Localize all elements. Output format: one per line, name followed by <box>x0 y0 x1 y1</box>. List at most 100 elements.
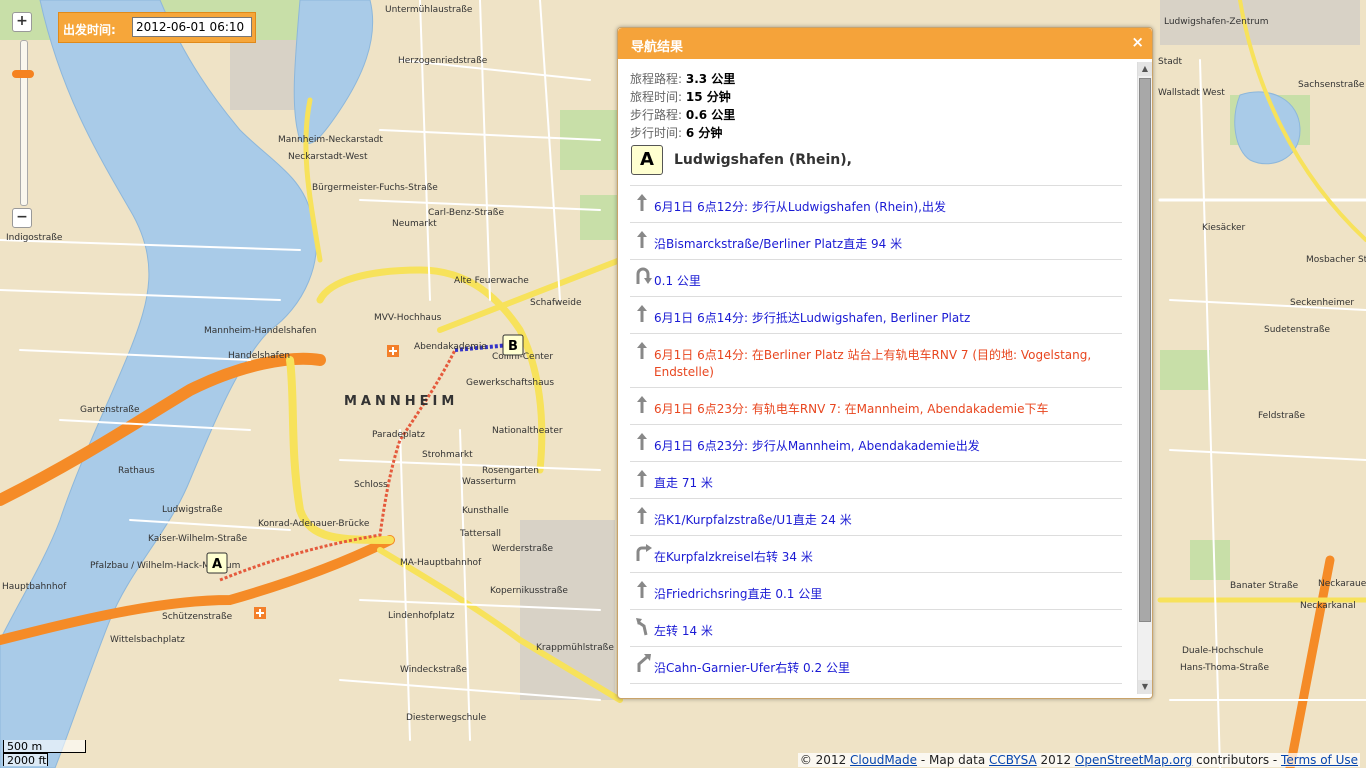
zoom-slider-handle[interactable] <box>12 70 34 78</box>
scroll-up-arrow-icon[interactable]: ▲ <box>1138 62 1152 76</box>
svg-text:Kaiser-Wilhelm-Straße: Kaiser-Wilhelm-Straße <box>148 534 248 544</box>
departure-time-label: 出发时间: <box>63 23 116 37</box>
svg-text:Neckarkanal: Neckarkanal <box>1300 601 1356 611</box>
route-step-text: 在Kurpfalzkreisel右转 34 米 <box>654 550 813 564</box>
route-step-text: 6月1日 6点14分: 步行抵达Ludwigshafen, Berliner P… <box>654 311 971 325</box>
route-step-text: 在Hans-Böckler-Straße/Hans-Böckler-Platz右… <box>630 684 1122 690</box>
scrollbar-thumb[interactable] <box>1139 78 1151 622</box>
route-summary: 旅程路程: 3.3 公里 旅程时间: 15 分钟 步行路程: 0.6 公里 步行时间:… <box>630 70 1122 142</box>
svg-text:Seckenheimer: Seckenheimer <box>1290 298 1354 308</box>
scroll-down-arrow-icon[interactable]: ▼ <box>1138 680 1152 694</box>
svg-text:Diesterwegschule: Diesterwegschule <box>406 713 487 723</box>
svg-text:Tattersall: Tattersall <box>459 529 501 539</box>
hospital-icon <box>254 607 266 619</box>
summary-key: 旅程时间: <box>630 90 683 104</box>
svg-text:Hans-Thoma-Straße: Hans-Thoma-Straße <box>1180 663 1269 673</box>
svg-text:Kopernikusstraße: Kopernikusstraße <box>490 586 568 596</box>
route-step[interactable]: 沿Cahn-Garnier-Ufer右转 0.2 公里 <box>630 646 1122 683</box>
route-step[interactable]: 沿Friedrichsring直走 0.1 公里 <box>630 572 1122 609</box>
straight-icon <box>634 579 650 599</box>
attribution-year: 2012 <box>1040 753 1072 767</box>
scale-imperial: 2000 ft <box>3 753 48 767</box>
route-step[interactable]: 6月1日 6点23分: 步行从Mannheim, Abendakademie出发 <box>630 424 1122 461</box>
summary-row: 旅程时间: 15 分钟 <box>630 88 1122 106</box>
panel-scrollbar[interactable]: ▲ ▼ <box>1137 62 1152 694</box>
straight-icon <box>634 468 650 488</box>
route-step[interactable]: 6月1日 6点14分: 步行抵达Ludwigshafen, Berliner P… <box>630 296 1122 333</box>
svg-text:B: B <box>508 339 518 354</box>
straight-icon <box>634 303 650 323</box>
close-icon[interactable]: × <box>1131 33 1144 51</box>
svg-text:Alte Feuerwache: Alte Feuerwache <box>454 276 529 286</box>
straight-icon <box>634 431 650 451</box>
svg-text:Abendakademie: Abendakademie <box>414 342 487 352</box>
route-step-text: 沿Bismarckstraße/Berliner Platz直走 94 米 <box>654 237 903 251</box>
straight-icon <box>634 229 650 249</box>
svg-text:Hauptbahnhof: Hauptbahnhof <box>2 582 67 592</box>
route-step-text: 6月1日 6点23分: 步行从Mannheim, Abendakademie出发 <box>654 439 980 453</box>
ccbysa-link[interactable]: CCBYSA <box>989 753 1037 767</box>
route-step[interactable]: 在Hans-Böckler-Straße/Hans-Böckler-Platz右… <box>630 683 1122 690</box>
svg-text:Wallstadt West: Wallstadt West <box>1158 88 1225 98</box>
route-step[interactable]: 6月1日 6点14分: 在Berliner Platz 站台上有轨电车RNV 7… <box>630 333 1122 387</box>
svg-text:Gartenstraße: Gartenstraße <box>80 405 140 415</box>
svg-text:Schafweide: Schafweide <box>530 298 582 308</box>
terms-of-use-link[interactable]: Terms of Use <box>1281 753 1358 767</box>
route-step[interactable]: 0.1 公里 <box>630 259 1122 296</box>
route-step[interactable]: 直走 71 米 <box>630 461 1122 498</box>
svg-text:Windeckstraße: Windeckstraße <box>400 665 467 675</box>
straight-icon <box>634 192 650 212</box>
straight-icon <box>634 340 650 360</box>
zoom-out-button[interactable]: − <box>12 208 32 228</box>
hospital-icon <box>387 345 399 357</box>
summary-value: 15 分钟 <box>685 90 731 104</box>
route-step[interactable]: 在Kurpfalzkreisel右转 34 米 <box>630 535 1122 572</box>
svg-text:MVV-Hochhaus: MVV-Hochhaus <box>374 313 442 323</box>
route-start-marker[interactable]: A <box>206 552 228 574</box>
svg-text:Kiesäcker: Kiesäcker <box>1202 223 1246 233</box>
svg-text:Ludwigstraße: Ludwigstraße <box>162 505 223 515</box>
route-step[interactable]: 6月1日 6点23分: 有轨电车RNV 7: 在Mannheim, Abenda… <box>630 387 1122 424</box>
svg-text:Neckarauer: Neckarauer <box>1318 579 1366 589</box>
departure-time-input[interactable] <box>132 17 252 37</box>
route-step[interactable]: 沿K1/Kurpfalzstraße/U1直走 24 米 <box>630 498 1122 535</box>
svg-text:Feldstraße: Feldstraße <box>1258 411 1306 421</box>
summary-row: 旅程路程: 3.3 公里 <box>630 70 1122 88</box>
turn-right-icon <box>634 542 652 562</box>
straight-icon <box>634 505 650 525</box>
svg-text:A: A <box>212 557 222 572</box>
svg-text:Werderstraße: Werderstraße <box>492 544 554 554</box>
svg-text:Sudetenstraße: Sudetenstraße <box>1264 325 1331 335</box>
route-step-text: 直走 71 米 <box>654 476 713 490</box>
route-step[interactable]: 6月1日 6点12分: 步行从Ludwigshafen (Rhein),出发 <box>630 185 1122 222</box>
svg-text:Wittelsbachplatz: Wittelsbachplatz <box>110 635 185 645</box>
svg-text:Carl-Benz-Straße: Carl-Benz-Straße <box>428 208 504 218</box>
route-step-text: 沿Friedrichsring直走 0.1 公里 <box>654 587 823 601</box>
svg-text:Stadt: Stadt <box>1158 57 1182 67</box>
route-step-text: 左转 14 米 <box>654 624 713 638</box>
route-step[interactable]: 左转 14 米 <box>630 609 1122 646</box>
cloudmade-link[interactable]: CloudMade <box>850 753 917 767</box>
route-step-text: 6月1日 6点12分: 步行从Ludwigshafen (Rhein),出发 <box>654 200 946 214</box>
attribution-prefix: © 2012 <box>799 753 847 767</box>
svg-text:MANNHEIM: MANNHEIM <box>344 394 458 409</box>
summary-value: 6 分钟 <box>685 126 723 140</box>
u-turn-icon <box>634 266 652 286</box>
route-step-text: 6月1日 6点14分: 在Berliner Platz 站台上有轨电车RNV 7… <box>654 348 1092 379</box>
panel-title: 导航结果 <box>631 40 684 55</box>
start-marker-icon: A <box>631 145 663 175</box>
osm-link[interactable]: OpenStreetMap.org <box>1075 753 1192 767</box>
zoom-in-button[interactable]: + <box>12 12 32 32</box>
navigation-results-panel: 导航结果 × 旅程路程: 3.3 公里 旅程时间: 15 分钟 步行路程: 0.6 … <box>617 27 1153 699</box>
svg-text:Krappmühlstraße: Krappmühlstraße <box>536 643 614 653</box>
svg-text:Wasserturm: Wasserturm <box>462 477 516 487</box>
route-end-marker[interactable]: B <box>502 334 524 356</box>
svg-text:Paradeplatz: Paradeplatz <box>372 430 425 440</box>
attribution-contributors: contributors - <box>1196 753 1278 767</box>
svg-text:Ludwigshafen-Zentrum: Ludwigshafen-Zentrum <box>1164 17 1269 27</box>
svg-text:Bürgermeister-Fuchs-Straße: Bürgermeister-Fuchs-Straße <box>312 183 438 193</box>
route-step[interactable]: 沿Bismarckstraße/Berliner Platz直走 94 米 <box>630 222 1122 259</box>
zoom-slider-track[interactable] <box>20 40 28 206</box>
svg-text:Kunsthalle: Kunsthalle <box>462 506 509 516</box>
summary-value: 0.6 公里 <box>685 108 736 122</box>
